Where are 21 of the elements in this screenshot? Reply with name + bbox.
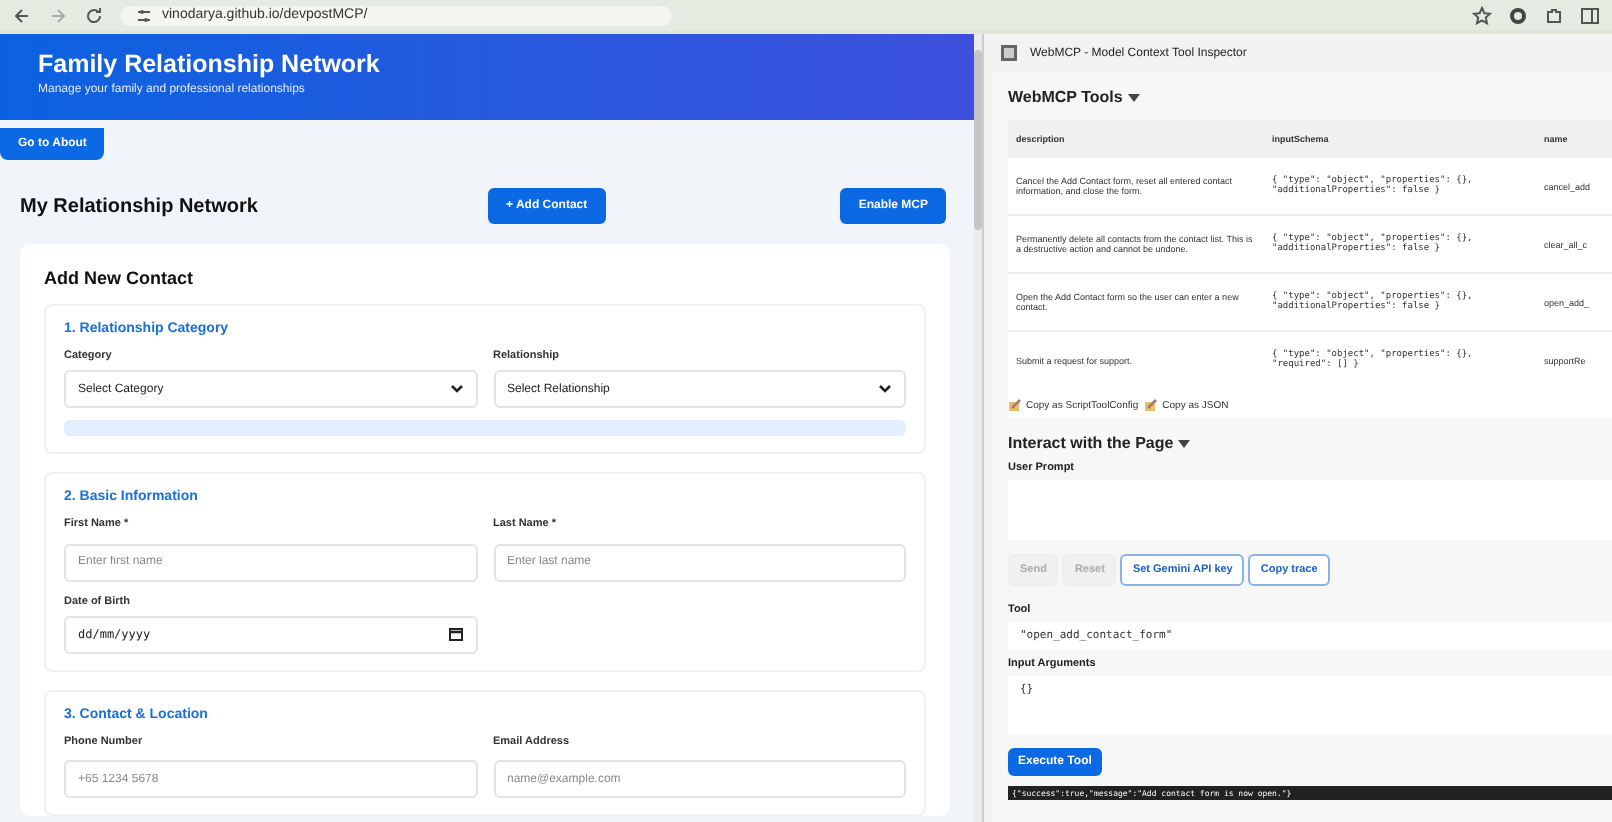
scrollbar[interactable]	[974, 34, 982, 822]
chevron-icon	[449, 384, 463, 394]
calendar-icon[interactable]	[447, 626, 463, 642]
pencil-icon	[1144, 398, 1159, 412]
tools-heading[interactable]: WebMCP Tools	[1008, 88, 1596, 106]
caret-icon	[1127, 94, 1140, 102]
site-settings-icon[interactable]	[136, 7, 152, 23]
back-icon[interactable]	[12, 5, 32, 25]
form-title: Add New Contact	[44, 268, 196, 288]
app-title: Family Relationship Network	[38, 50, 382, 78]
reload-icon[interactable]	[84, 5, 104, 25]
extension-icon	[1000, 44, 1018, 62]
caret-icon	[1177, 440, 1190, 448]
chevron-icon	[878, 384, 892, 394]
puzzle-icon[interactable]	[1544, 5, 1564, 25]
side-panel-icon[interactable]	[1580, 5, 1600, 25]
star-icon[interactable]	[1472, 5, 1492, 25]
interact-heading[interactable]: Interact with the Page	[1008, 434, 1596, 452]
page-title: My Relationship Network	[20, 195, 260, 217]
extension-circle-icon[interactable]	[1508, 5, 1528, 25]
pencil-icon	[1008, 398, 1022, 412]
